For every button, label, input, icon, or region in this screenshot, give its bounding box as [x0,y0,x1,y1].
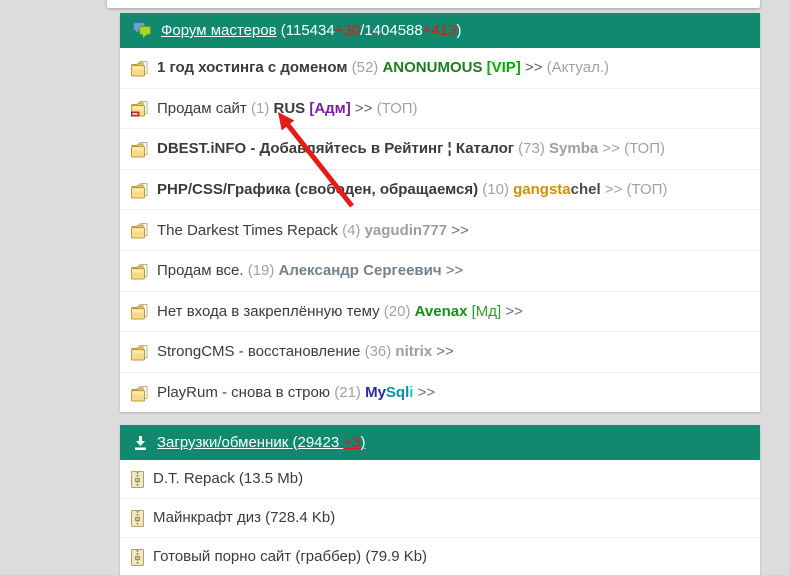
text-link[interactable]: The Darkest Times Repack [157,222,338,239]
text-segment: >> [447,222,469,239]
text-segment: +30 [335,22,360,39]
section-title-link[interactable]: Форум мастеров [161,22,277,39]
text-link[interactable]: Майнкрафт диз [153,509,261,526]
text-segment: >> [601,181,627,198]
section-title: Форум мастеров (115434+30/1404588+413) [161,22,462,39]
text-segment: (19) [244,262,279,279]
text-segment: (21) [330,384,365,401]
text-segment: +3 [343,434,360,451]
text-link[interactable]: My [365,384,386,401]
text-segment: >> [413,384,435,401]
folder-icon [131,386,149,402]
section-header: Загрузки/обменник (29423 +3) [120,425,760,460]
text-segment: (1) [247,100,274,117]
section-title: Загрузки/обменник (29423 +3) [157,434,365,451]
text-segment: ) [360,434,365,451]
folder-minus-icon [131,101,149,117]
file-list: D.T. Repack (13.5 Mb)Майнкрафт диз (728.… [120,460,760,575]
text-segment: (728.4 Kb) [261,509,335,526]
text-segment: (36) [360,343,395,360]
text-segment: >> [351,100,377,117]
folder-icon [131,61,149,77]
list-item[interactable]: Продам все. (19) Александр Сергеевич >> [120,250,760,291]
list-item[interactable]: DBEST.iNFO - Добавляйтесь в Рейтинг ¦ Ка… [120,128,760,169]
folder-icon [131,304,149,320]
text-segment: (ТОП) [624,140,665,157]
zip-file-icon [131,549,145,566]
text-link[interactable]: 1 год хостинга с доменом [157,59,347,76]
text-segment: (13.5 Mb) [235,470,303,487]
text-segment: >> [442,262,464,279]
folder-icon [131,264,149,280]
text-link[interactable]: ANONUMOUS [382,59,482,76]
text-link[interactable]: PlayRum - снова в строю [157,384,330,401]
text-link[interactable]: nitrix [395,343,432,360]
text-link[interactable]: Продам сайт [157,100,247,117]
text-link[interactable]: gangsta [513,181,571,198]
list-item[interactable]: Готовый порно сайт (граббер) (79.9 Kb) [120,537,760,575]
text-link[interactable]: yagudin777 [365,222,448,239]
zip-file-icon [131,510,145,527]
section-downloads: Загрузки/обменник (29423 +3) D.T. Repack… [120,425,760,575]
text-segment: >> [521,59,547,76]
folder-icon [131,183,149,199]
text-segment: >> [598,140,624,157]
text-link[interactable]: Готовый порно сайт (граббер) [153,548,361,565]
text-segment: (79.9 Kb) [361,548,427,565]
list-item[interactable]: StrongCMS - восстановление (36) nitrix >… [120,331,760,372]
text-segment: (ТОП) [377,100,418,117]
section-forum-masters: Форум мастеров (115434+30/1404588+413) 1… [120,13,760,412]
text-link[interactable]: chel [571,181,601,198]
text-link[interactable]: Нет входа в закреплённую тему [157,303,380,320]
text-segment: (10) [478,181,513,198]
list-item[interactable]: 1 год хостинга с доменом (52) ANONUMOUS … [120,48,760,88]
text-segment: (ТОП) [627,181,668,198]
text-segment: (115434 [277,22,335,39]
list-item[interactable]: Нет входа в закреплённую тему (20) Avena… [120,291,760,332]
text-link[interactable]: D.T. Repack [153,470,235,487]
text-segment: (20) [380,303,415,320]
list-item[interactable]: The Darkest Times Repack (4) yagudin777 … [120,209,760,250]
text-link[interactable]: PHP/CSS/Графика (свободен, обращаемся) [157,181,478,198]
text-link[interactable]: Avenax [415,303,468,320]
list-item[interactable]: Майнкрафт диз (728.4 Kb) [120,498,760,537]
list-item[interactable]: Продам сайт (1) RUS [Адм] >> (ТОП) [120,88,760,129]
folder-icon [131,345,149,361]
text-segment: [Мд] [467,303,501,320]
text-segment: (52) [347,59,382,76]
text-segment: (4) [338,222,365,239]
text-link[interactable]: Sql [386,384,409,401]
folder-icon [131,142,149,158]
download-icon [133,435,148,451]
list-item[interactable]: D.T. Repack (13.5 Mb) [120,460,760,498]
previous-panel-bottom-edge [107,0,760,8]
text-segment: (29423 [288,434,343,451]
topic-list: 1 год хостинга с доменом (52) ANONUMOUS … [120,48,760,412]
text-link[interactable]: Продам все. [157,262,244,279]
text-segment: (Актуал.) [547,59,609,76]
text-segment: >> [432,343,454,360]
text-segment: ) [457,22,462,39]
text-link[interactable]: StrongCMS - восстановление [157,343,360,360]
folder-icon [131,223,149,239]
text-segment: [VIP] [482,59,520,76]
section-title-link[interactable]: Загрузки/обменник [157,434,288,451]
section-header: Форум мастеров (115434+30/1404588+413) [120,13,760,48]
text-link[interactable]: Александр Сергеевич [279,262,442,279]
text-segment: /1404588 [360,22,423,39]
text-link[interactable]: RUS [273,100,305,117]
zip-file-icon [131,471,145,488]
text-segment: [Адм] [305,100,351,117]
text-link[interactable]: Symba [549,140,598,157]
list-item[interactable]: PHP/CSS/Графика (свободен, обращаемся) (… [120,169,760,210]
list-item[interactable]: PlayRum - снова в строю (21) MySqli >> [120,372,760,413]
text-link[interactable]: DBEST.iNFO - Добавляйтесь в Рейтинг ¦ Ка… [157,140,514,157]
forum-bubbles-icon [133,22,152,39]
text-segment: >> [501,303,523,320]
text-segment: +413 [423,22,457,39]
text-segment: (73) [514,140,549,157]
